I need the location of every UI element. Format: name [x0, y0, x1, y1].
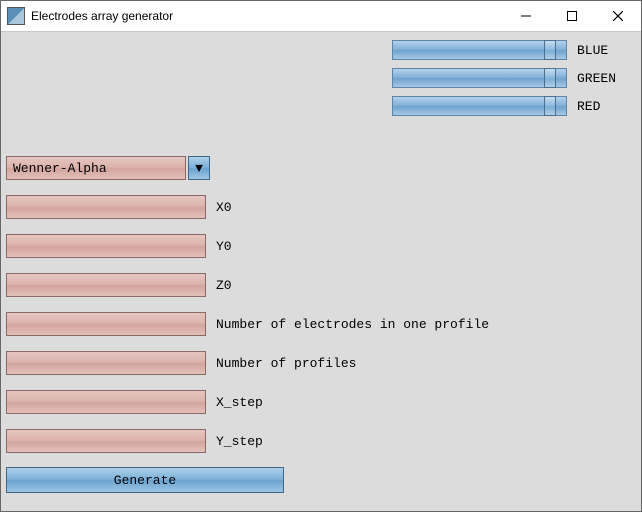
titlebar: Electrodes array generator	[1, 1, 641, 32]
x0-row: X0	[6, 195, 232, 219]
x-step-row: X_step	[6, 390, 263, 414]
y0-row: Y0	[6, 234, 232, 258]
slider-green[interactable]	[392, 68, 567, 88]
y-step-input[interactable]	[6, 429, 206, 453]
array-type-row: Wenner-Alpha ▼	[6, 156, 210, 180]
generate-button-label: Generate	[114, 473, 176, 488]
array-type-dropdown[interactable]: Wenner-Alpha	[6, 156, 186, 180]
window-title: Electrodes array generator	[31, 9, 503, 23]
slider-red-label: RED	[577, 99, 600, 114]
y-step-label: Y_step	[216, 434, 263, 449]
array-type-selected: Wenner-Alpha	[13, 161, 107, 176]
close-icon	[613, 11, 623, 21]
z0-label: Z0	[216, 278, 232, 293]
y0-label: Y0	[216, 239, 232, 254]
window-controls	[503, 1, 641, 31]
slider-thumb[interactable]	[544, 96, 556, 116]
num-profiles-label: Number of profiles	[216, 356, 356, 371]
generate-button[interactable]: Generate	[6, 467, 284, 493]
slider-green-row: GREEN	[392, 67, 616, 89]
x-step-input[interactable]	[6, 390, 206, 414]
num-profiles-input[interactable]	[6, 351, 206, 375]
num-profiles-row: Number of profiles	[6, 351, 356, 375]
minimize-icon	[521, 11, 531, 21]
x-step-label: X_step	[216, 395, 263, 410]
num-electrodes-label: Number of electrodes in one profile	[216, 317, 489, 332]
client-area: BLUE GREEN RED Wenner-Alpha ▼ X0	[1, 32, 641, 511]
z0-row: Z0	[6, 273, 232, 297]
slider-thumb[interactable]	[544, 40, 556, 60]
slider-thumb[interactable]	[544, 68, 556, 88]
num-electrodes-row: Number of electrodes in one profile	[6, 312, 489, 336]
slider-blue[interactable]	[392, 40, 567, 60]
slider-green-label: GREEN	[577, 71, 616, 86]
app-window: Electrodes array generator BLUE	[0, 0, 642, 512]
num-electrodes-input[interactable]	[6, 312, 206, 336]
slider-red[interactable]	[392, 96, 567, 116]
y0-input[interactable]	[6, 234, 206, 258]
chevron-down-icon: ▼	[195, 161, 203, 176]
app-icon	[7, 7, 25, 25]
minimize-button[interactable]	[503, 1, 549, 31]
slider-blue-row: BLUE	[392, 39, 608, 61]
maximize-icon	[567, 11, 577, 21]
y-step-row: Y_step	[6, 429, 263, 453]
maximize-button[interactable]	[549, 1, 595, 31]
slider-blue-label: BLUE	[577, 43, 608, 58]
slider-red-row: RED	[392, 95, 600, 117]
close-button[interactable]	[595, 1, 641, 31]
x0-label: X0	[216, 200, 232, 215]
dropdown-button[interactable]: ▼	[188, 156, 210, 180]
z0-input[interactable]	[6, 273, 206, 297]
x0-input[interactable]	[6, 195, 206, 219]
